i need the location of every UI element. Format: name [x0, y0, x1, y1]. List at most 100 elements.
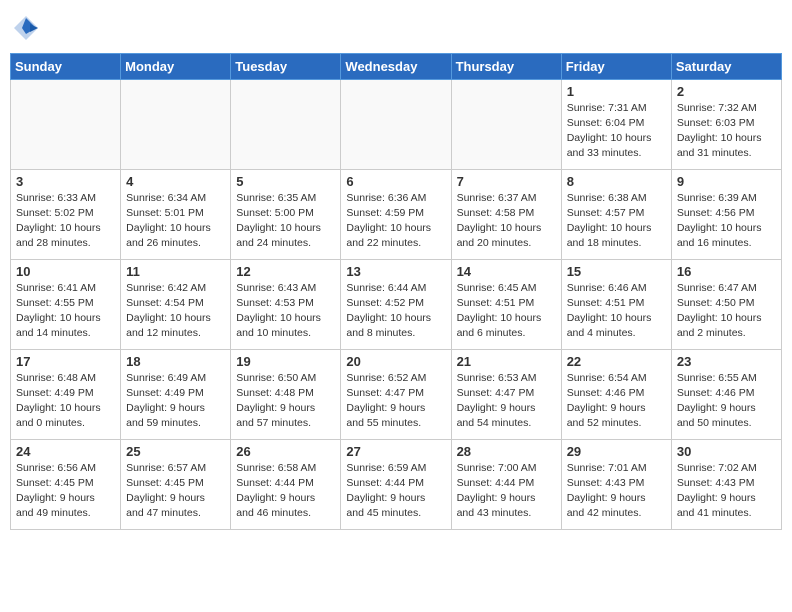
day-info: Sunrise: 6:43 AMSunset: 4:53 PMDaylight:… [236, 281, 335, 342]
day-number: 9 [677, 174, 776, 189]
weekday-header: Sunday [11, 53, 121, 79]
day-info: Sunrise: 6:49 AMSunset: 4:49 PMDaylight:… [126, 371, 225, 432]
day-info: Sunrise: 6:57 AMSunset: 4:45 PMDaylight:… [126, 461, 225, 522]
day-info: Sunrise: 6:45 AMSunset: 4:51 PMDaylight:… [457, 281, 556, 342]
day-info: Sunrise: 6:35 AMSunset: 5:00 PMDaylight:… [236, 191, 335, 252]
weekday-header: Wednesday [341, 53, 451, 79]
calendar-cell: 23Sunrise: 6:55 AMSunset: 4:46 PMDayligh… [671, 349, 781, 439]
day-number: 19 [236, 354, 335, 369]
day-number: 16 [677, 264, 776, 279]
day-info: Sunrise: 6:54 AMSunset: 4:46 PMDaylight:… [567, 371, 666, 432]
logo [10, 14, 40, 47]
calendar-cell: 13 Sunrise: 6:44 AMSunset: 4:52 PMDayligh… [341, 259, 451, 349]
day-number: 1 [567, 84, 666, 99]
calendar-cell: 17 Sunrise: 6:48 AMSunset: 4:49 PMDayligh… [11, 349, 121, 439]
day-number: 28 [457, 444, 556, 459]
day-info: Sunrise: 6:37 AMSunset: 4:58 PMDaylight:… [457, 191, 556, 252]
calendar-cell: 3 Sunrise: 6:33 AMSunset: 5:02 PMDaylight… [11, 169, 121, 259]
page-header [10, 10, 782, 47]
day-info: Sunrise: 7:02 AMSunset: 4:43 PMDaylight:… [677, 461, 776, 522]
calendar-cell: 15 Sunrise: 6:46 AMSunset: 4:51 PMDayligh… [561, 259, 671, 349]
day-number: 26 [236, 444, 335, 459]
day-info: Sunrise: 6:33 AMSunset: 5:02 PMDaylight:… [16, 191, 115, 252]
calendar-cell: 24 Sunrise: 6:56 AMSunset: 4:45 PMDayligh… [11, 439, 121, 529]
calendar-cell: 4 Sunrise: 6:34 AMSunset: 5:01 PMDaylight… [121, 169, 231, 259]
calendar-week-row: 24 Sunrise: 6:56 AMSunset: 4:45 PMDayligh… [11, 439, 782, 529]
weekday-header: Thursday [451, 53, 561, 79]
calendar-cell [231, 79, 341, 169]
day-number: 3 [16, 174, 115, 189]
day-number: 10 [16, 264, 115, 279]
calendar-week-row: 1 Sunrise: 7:31 AMSunset: 6:04 PMDaylight… [11, 79, 782, 169]
weekday-header: Saturday [671, 53, 781, 79]
calendar-cell: 12Sunrise: 6:43 AMSunset: 4:53 PMDayligh… [231, 259, 341, 349]
weekday-header: Friday [561, 53, 671, 79]
day-info: Sunrise: 6:47 AMSunset: 4:50 PMDaylight:… [677, 281, 776, 342]
calendar-cell: 29 Sunrise: 7:01 AMSunset: 4:43 PMDayligh… [561, 439, 671, 529]
day-info: Sunrise: 6:50 AMSunset: 4:48 PMDaylight:… [236, 371, 335, 432]
day-info: Sunrise: 7:32 AMSunset: 6:03 PMDaylight:… [677, 101, 776, 162]
calendar-cell: 27 Sunrise: 6:59 AMSunset: 4:44 PMDayligh… [341, 439, 451, 529]
day-info: Sunrise: 6:39 AMSunset: 4:56 PMDaylight:… [677, 191, 776, 252]
day-number: 24 [16, 444, 115, 459]
day-info: Sunrise: 6:48 AMSunset: 4:49 PMDaylight:… [16, 371, 115, 432]
calendar-cell: 30 Sunrise: 7:02 AMSunset: 4:43 PMDayligh… [671, 439, 781, 529]
calendar-cell [11, 79, 121, 169]
calendar-cell: 1 Sunrise: 7:31 AMSunset: 6:04 PMDaylight… [561, 79, 671, 169]
calendar-cell: 22 Sunrise: 6:54 AMSunset: 4:46 PMDayligh… [561, 349, 671, 439]
day-number: 29 [567, 444, 666, 459]
day-info: Sunrise: 7:31 AMSunset: 6:04 PMDaylight:… [567, 101, 666, 162]
day-number: 20 [346, 354, 445, 369]
day-number: 25 [126, 444, 225, 459]
calendar-cell: 20 Sunrise: 6:52 AMSunset: 4:47 PMDayligh… [341, 349, 451, 439]
calendar-cell: 2Sunrise: 7:32 AMSunset: 6:03 PMDaylight… [671, 79, 781, 169]
calendar-cell: 28Sunrise: 7:00 AMSunset: 4:44 PMDayligh… [451, 439, 561, 529]
day-number: 5 [236, 174, 335, 189]
day-number: 7 [457, 174, 556, 189]
day-info: Sunrise: 6:34 AMSunset: 5:01 PMDaylight:… [126, 191, 225, 252]
day-number: 27 [346, 444, 445, 459]
calendar-cell: 26 Sunrise: 6:58 AMSunset: 4:44 PMDayligh… [231, 439, 341, 529]
day-number: 14 [457, 264, 556, 279]
calendar-cell: 5 Sunrise: 6:35 AMSunset: 5:00 PMDaylight… [231, 169, 341, 259]
calendar-cell [451, 79, 561, 169]
day-number: 17 [16, 354, 115, 369]
calendar-cell: 11 Sunrise: 6:42 AMSunset: 4:54 PMDayligh… [121, 259, 231, 349]
weekday-header-row: SundayMondayTuesdayWednesdayThursdayFrid… [11, 53, 782, 79]
calendar-cell: 19 Sunrise: 6:50 AMSunset: 4:48 PMDayligh… [231, 349, 341, 439]
day-info: Sunrise: 6:58 AMSunset: 4:44 PMDaylight:… [236, 461, 335, 522]
calendar-cell [121, 79, 231, 169]
weekday-header: Monday [121, 53, 231, 79]
calendar-cell: 25 Sunrise: 6:57 AMSunset: 4:45 PMDayligh… [121, 439, 231, 529]
day-info: Sunrise: 6:41 AMSunset: 4:55 PMDaylight:… [16, 281, 115, 342]
day-info: Sunrise: 6:56 AMSunset: 4:45 PMDaylight:… [16, 461, 115, 522]
calendar-cell: 10 Sunrise: 6:41 AMSunset: 4:55 PMDayligh… [11, 259, 121, 349]
calendar-week-row: 3 Sunrise: 6:33 AMSunset: 5:02 PMDaylight… [11, 169, 782, 259]
calendar-cell [341, 79, 451, 169]
day-number: 11 [126, 264, 225, 279]
day-number: 30 [677, 444, 776, 459]
day-info: Sunrise: 6:46 AMSunset: 4:51 PMDaylight:… [567, 281, 666, 342]
calendar-cell: 9 Sunrise: 6:39 AMSunset: 4:56 PMDaylight… [671, 169, 781, 259]
day-number: 21 [457, 354, 556, 369]
day-info: Sunrise: 6:59 AMSunset: 4:44 PMDaylight:… [346, 461, 445, 522]
day-info: Sunrise: 7:01 AMSunset: 4:43 PMDaylight:… [567, 461, 666, 522]
day-info: Sunrise: 6:55 AMSunset: 4:46 PMDaylight:… [677, 371, 776, 432]
day-number: 8 [567, 174, 666, 189]
day-number: 6 [346, 174, 445, 189]
day-number: 4 [126, 174, 225, 189]
calendar-week-row: 10 Sunrise: 6:41 AMSunset: 4:55 PMDayligh… [11, 259, 782, 349]
day-number: 22 [567, 354, 666, 369]
day-number: 13 [346, 264, 445, 279]
calendar-cell: 8 Sunrise: 6:38 AMSunset: 4:57 PMDaylight… [561, 169, 671, 259]
day-number: 15 [567, 264, 666, 279]
day-info: Sunrise: 6:42 AMSunset: 4:54 PMDaylight:… [126, 281, 225, 342]
day-info: Sunrise: 6:44 AMSunset: 4:52 PMDaylight:… [346, 281, 445, 342]
day-info: Sunrise: 6:52 AMSunset: 4:47 PMDaylight:… [346, 371, 445, 432]
calendar-cell: 6Sunrise: 6:36 AMSunset: 4:59 PMDaylight… [341, 169, 451, 259]
calendar-table: SundayMondayTuesdayWednesdayThursdayFrid… [10, 53, 782, 530]
calendar-cell: 21Sunrise: 6:53 AMSunset: 4:47 PMDayligh… [451, 349, 561, 439]
day-info: Sunrise: 6:38 AMSunset: 4:57 PMDaylight:… [567, 191, 666, 252]
calendar-cell: 14 Sunrise: 6:45 AMSunset: 4:51 PMDayligh… [451, 259, 561, 349]
logo-icon [12, 14, 40, 42]
